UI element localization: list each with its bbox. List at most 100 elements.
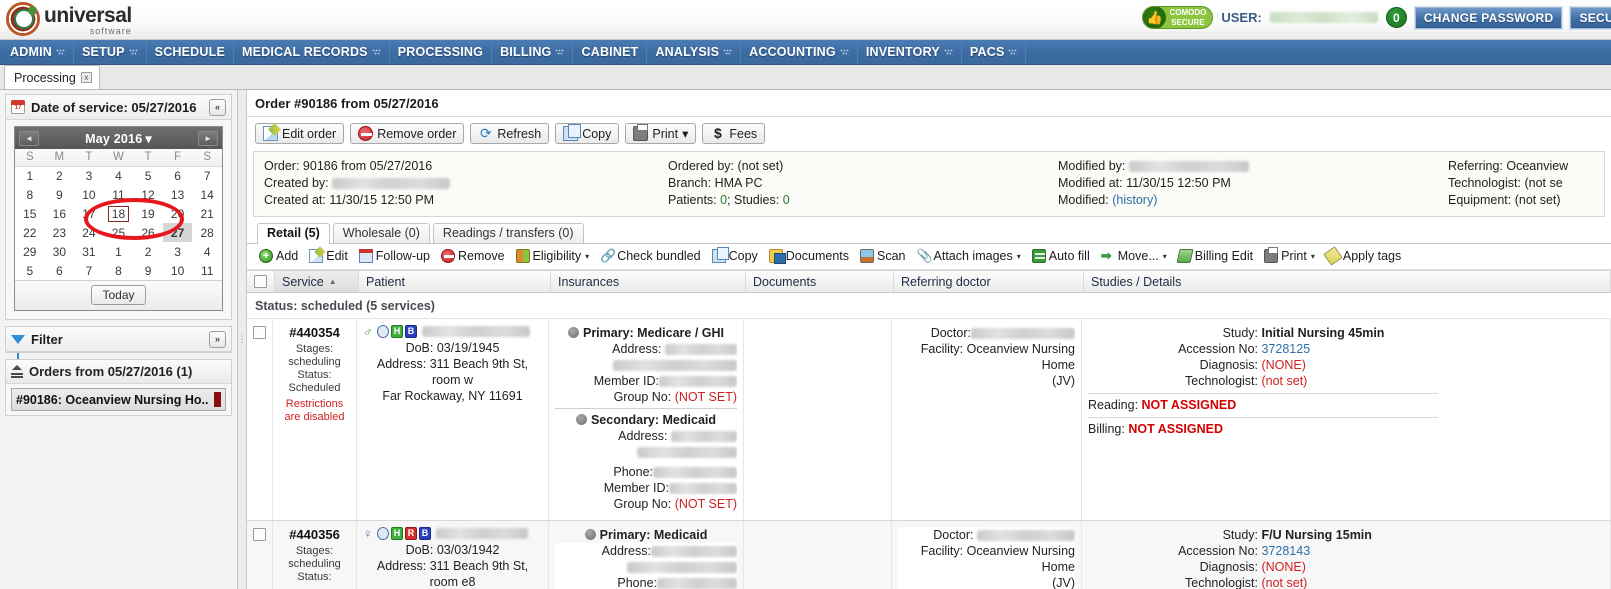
message-count-badge[interactable]: 0 — [1385, 7, 1407, 28]
chevron-down-icon[interactable] — [128, 48, 138, 57]
calendar-day[interactable]: 8 — [15, 185, 45, 204]
collapse-chevron-up-icon[interactable]: « — [209, 98, 226, 116]
date-of-service-header[interactable]: Date of service: 05/27/2016 « — [6, 95, 231, 120]
calendar-day[interactable]: 23 — [45, 223, 75, 242]
calendar-day[interactable]: 2 — [133, 242, 163, 261]
calendar-day[interactable]: 31 — [74, 242, 104, 261]
calendar-day[interactable]: 27 — [162, 223, 193, 242]
calendar-day[interactable]: 5 — [133, 166, 163, 185]
attach-images-action[interactable]: 📎 Attach images ▾ — [913, 248, 1025, 264]
edit-order-button[interactable]: Edit order — [255, 123, 345, 144]
chevron-down-icon[interactable]: ▾ — [682, 126, 688, 141]
calendar-day[interactable]: 10 — [163, 261, 193, 280]
chevron-down-icon[interactable]: ▾ — [1311, 252, 1315, 261]
calendar-day[interactable]: 6 — [45, 261, 75, 280]
tab-wholesale-0[interactable]: Wholesale (0) — [332, 223, 430, 243]
nav-item-pacs[interactable]: PACS — [962, 40, 1027, 64]
calendar-day[interactable]: 14 — [192, 185, 222, 204]
calendar-day[interactable]: 20 — [163, 204, 193, 223]
table-row[interactable]: #440356 Stages: scheduling Status: ♀ H R… — [247, 521, 1611, 589]
nav-item-analysis[interactable]: ANALYSIS — [647, 40, 742, 64]
nav-item-admin[interactable]: ADMIN — [0, 40, 74, 64]
select-all-header[interactable] — [247, 271, 275, 292]
row-checkbox[interactable] — [253, 326, 266, 339]
column-header-service[interactable]: Service ▲ — [275, 271, 359, 292]
calendar-day[interactable]: 12 — [133, 185, 163, 204]
nav-item-setup[interactable]: SETUP — [74, 40, 147, 64]
calendar-day[interactable]: 16 — [45, 204, 75, 223]
chevron-down-icon[interactable] — [371, 48, 381, 57]
tab-readings-transfers-0[interactable]: Readings / transfers (0) — [432, 223, 584, 243]
calendar-day[interactable]: 10 — [74, 185, 104, 204]
print-button[interactable]: Print ▾ — [625, 123, 697, 144]
calendar-day[interactable]: 7 — [74, 261, 104, 280]
scan-action[interactable]: Scan — [856, 248, 910, 264]
billing-edit-action[interactable]: Billing Edit — [1174, 248, 1257, 264]
eligibility-action[interactable]: Eligibility ▾ — [512, 248, 594, 264]
calendar-day[interactable]: 17 — [74, 204, 104, 223]
chevron-down-icon[interactable] — [1008, 48, 1018, 57]
row-select-cell[interactable] — [247, 521, 273, 589]
calendar-day[interactable]: 2 — [45, 166, 75, 185]
today-button[interactable]: Today — [91, 285, 146, 305]
apply-tags-action[interactable]: Apply tags — [1322, 246, 1405, 266]
calendar-day[interactable]: 21 — [192, 204, 222, 223]
chevron-down-icon[interactable]: ▾ — [585, 252, 589, 261]
column-header-referring-doctor[interactable]: Referring doctor — [894, 271, 1084, 292]
select-all-checkbox[interactable] — [254, 275, 267, 288]
calendar-day[interactable]: 7 — [192, 166, 222, 185]
tab-retail-5[interactable]: Retail (5) — [257, 223, 330, 244]
calendar-day[interactable]: 4 — [192, 242, 222, 261]
calendar-day[interactable]: 26 — [133, 223, 163, 242]
calendar-day[interactable]: 1 — [15, 166, 45, 185]
chevron-down-icon[interactable]: ▾ — [1017, 252, 1021, 261]
calendar-next-month-button[interactable]: ► — [198, 130, 218, 146]
calendar-day[interactable]: 29 — [15, 242, 45, 261]
print-action[interactable]: Print ▾ — [1260, 247, 1319, 264]
calendar-prev-month-button[interactable]: ◄ — [19, 130, 39, 146]
remove-action[interactable]: Remove — [437, 248, 509, 264]
close-icon[interactable]: x — [80, 72, 92, 83]
calendar-day[interactable]: 9 — [133, 261, 163, 280]
nav-item-cabinet[interactable]: CABINET — [573, 40, 648, 64]
table-row[interactable]: #440354 Stages: scheduling Status: Sched… — [247, 319, 1611, 521]
app-logo[interactable]: universal software — [6, 2, 132, 36]
nav-item-medical-records[interactable]: MEDICAL RECORDS — [234, 40, 390, 64]
calendar-widget[interactable]: ◄ May 2016 ▾ ► SMTWTFS 1 2 3 4 5 6 7 8 9 10 11 12 13 1… — [14, 126, 223, 311]
column-header-documents[interactable]: Documents — [746, 271, 894, 292]
chevron-down-icon[interactable] — [839, 48, 849, 57]
chevron-down-icon[interactable] — [555, 48, 565, 57]
calendar-day[interactable]: 3 — [163, 242, 193, 261]
calendar-day[interactable]: 25 — [104, 223, 134, 242]
follow-up-action[interactable]: Follow-up — [355, 248, 434, 264]
secure-logout-button[interactable]: SECU — [1569, 5, 1611, 30]
column-header-insurances[interactable]: Insurances — [551, 271, 746, 292]
panel-splitter[interactable]: ⋮ — [238, 90, 247, 589]
calendar-day[interactable]: 4 — [104, 166, 134, 185]
calendar-day[interactable]: 6 — [163, 166, 193, 185]
copy-button[interactable]: Copy — [555, 123, 620, 144]
calendar-day[interactable]: 24 — [74, 223, 104, 242]
calendar-day[interactable]: 5 — [15, 261, 45, 280]
nav-item-schedule[interactable]: SCHEDULE — [147, 40, 235, 64]
row-select-cell[interactable] — [247, 319, 273, 520]
add-action[interactable]: Add — [255, 248, 302, 264]
orders-list-item[interactable]: #90186: Oceanview Nursing Ho.. — [11, 388, 226, 411]
calendar-day[interactable]: 11 — [104, 185, 134, 204]
calendar-day[interactable]: 30 — [45, 242, 75, 261]
refresh-button[interactable]: ⟳ Refresh — [470, 123, 550, 144]
expand-chevron-down-icon[interactable]: » — [209, 330, 226, 348]
move-action[interactable]: ➡ Move... ▾ — [1097, 248, 1171, 264]
calendar-day[interactable]: 13 — [163, 185, 193, 204]
calendar-day[interactable]: 11 — [192, 261, 222, 280]
copy-action[interactable]: Copy — [708, 247, 762, 264]
document-tab[interactable]: Processing x — [4, 65, 100, 89]
remove-order-button[interactable]: Remove order — [350, 123, 465, 144]
column-header-patient[interactable]: Patient — [359, 271, 551, 292]
row-checkbox[interactable] — [253, 528, 266, 541]
calendar-day[interactable]: 18 — [104, 204, 134, 223]
calendar-day[interactable]: 8 — [104, 261, 134, 280]
nav-item-inventory[interactable]: INVENTORY — [858, 40, 962, 64]
calendar-day[interactable]: 1 — [104, 242, 134, 261]
filter-header[interactable]: Filter » — [6, 327, 231, 359]
